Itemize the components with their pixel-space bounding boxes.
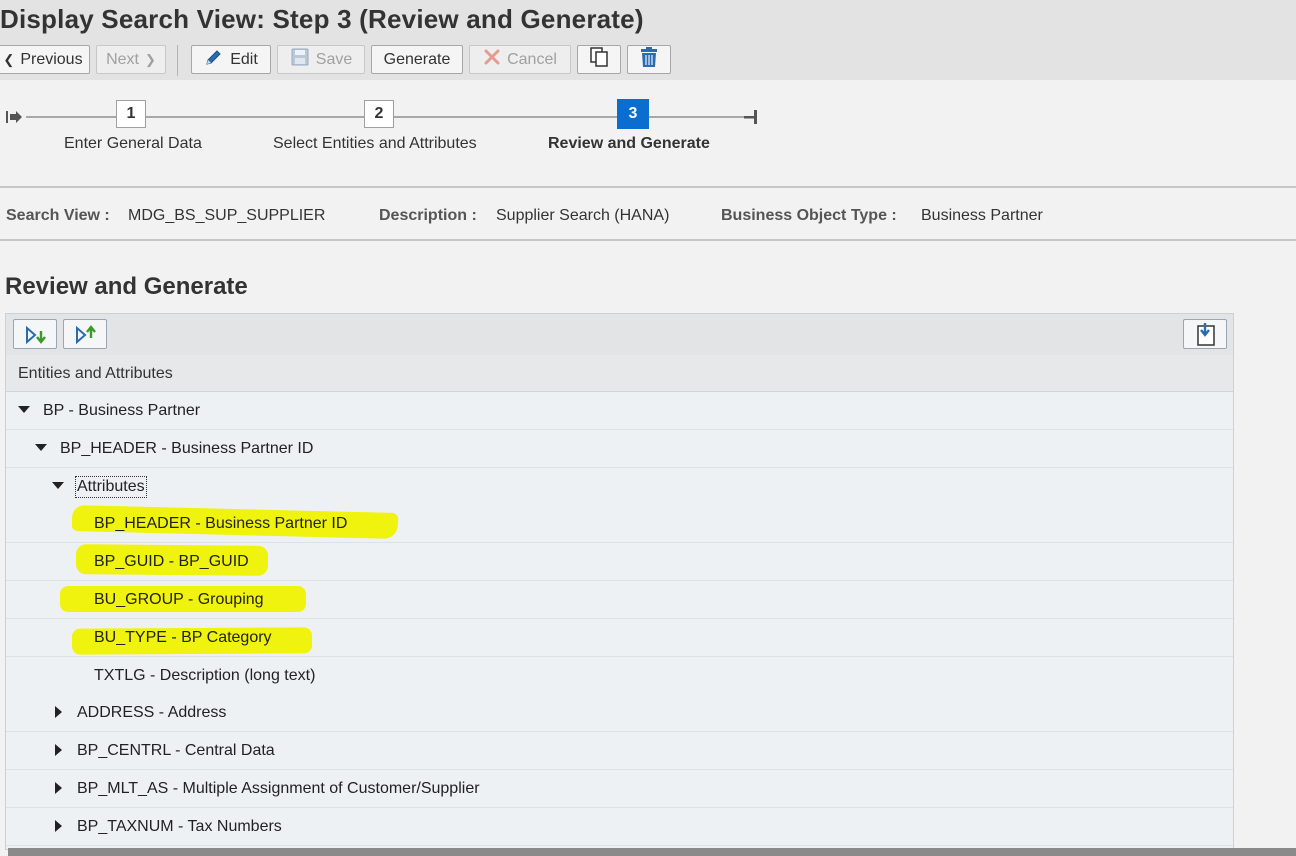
caret-right-icon[interactable] [55, 706, 62, 719]
tree-row-label: TXTLG - Description (long text) [94, 666, 316, 684]
trash-icon [639, 46, 659, 73]
cancel-button[interactable]: Cancel [469, 45, 571, 74]
tree-row[interactable]: Attributes [6, 467, 1233, 506]
tree-row-label: BP_CENTRL - Central Data [77, 742, 275, 760]
caret-down-icon[interactable] [52, 481, 64, 489]
tree-row-label: Attributes [75, 475, 147, 498]
copy-icon [588, 46, 610, 73]
tree-row-label: BP_MLT_AS - Multiple Assignment of Custo… [77, 780, 480, 797]
chevron-right-icon: ❯ [145, 51, 156, 67]
roadmap-step-1[interactable]: 1 [116, 100, 146, 128]
divider [0, 186, 1296, 188]
tree-row[interactable]: BP_HEADER - Business Partner ID [6, 429, 1233, 468]
toolbar-separator [177, 45, 178, 76]
roadmap-step-3-label[interactable]: Review and Generate [548, 135, 710, 153]
generate-button[interactable]: Generate [371, 45, 463, 74]
tree-row[interactable]: BP_HEADER - Business Partner ID [6, 505, 1233, 544]
tree-row[interactable]: BP_GUID - BP_GUID [6, 543, 1233, 582]
edit-button-label: Edit [230, 50, 258, 68]
save-icon [290, 47, 310, 72]
previous-button[interactable]: ❮ Previous [0, 45, 90, 74]
caret-down-icon[interactable] [18, 406, 30, 413]
search-view-value: MDG_BS_SUP_SUPPLIER [128, 207, 326, 224]
caret-down-icon[interactable] [35, 443, 47, 451]
tree-row-label: ADDRESS - Address [77, 704, 227, 722]
previous-button-label: Previous [20, 50, 83, 68]
pencil-icon [204, 47, 224, 72]
roadmap-end-icon [744, 109, 758, 125]
tree-row-label: BP - Business Partner [43, 402, 201, 419]
next-button-label: Next [106, 50, 139, 68]
generate-button-label: Generate [383, 50, 451, 68]
caret-right-icon[interactable] [55, 819, 62, 832]
roadmap-step-2[interactable]: 2 [364, 100, 394, 128]
delete-button[interactable] [627, 45, 671, 74]
collapse-all-icon [64, 325, 108, 354]
close-icon [483, 48, 501, 71]
next-button[interactable]: Next ❯ [96, 45, 166, 74]
tree-row[interactable]: BP_MLT_AS - Multiple Assignment of Custo… [6, 770, 1233, 808]
expand-all-icon [14, 325, 58, 354]
edit-button[interactable]: Edit [191, 45, 271, 74]
description-value: Supplier Search (HANA) [496, 207, 670, 224]
roadmap-step-3[interactable]: 3 [617, 99, 649, 129]
tree-row-label: BP_HEADER - Business Partner ID [94, 515, 348, 533]
tree-row[interactable]: ADDRESS - Address [6, 694, 1233, 733]
chevron-left-icon: ❮ [3, 51, 15, 67]
save-button-label: Save [315, 50, 353, 68]
tree-row-label: BU_TYPE - BP Category [94, 628, 272, 646]
horizontal-scrollbar[interactable] [8, 848, 1296, 856]
tree-toolbar [6, 314, 1233, 356]
caret-right-icon[interactable] [55, 744, 62, 757]
entities-tree-table: Entities and Attributes BP - Business Pa… [5, 313, 1234, 850]
collapse-all-button[interactable] [63, 319, 107, 349]
tree-row[interactable]: BP_TAXNUM - Tax Numbers [6, 807, 1233, 846]
divider [0, 239, 1296, 241]
roadmap-step-1-label[interactable]: Enter General Data [64, 135, 202, 153]
roadmap-step-2-label[interactable]: Select Entities and Attributes [273, 135, 477, 153]
export-icon [1184, 323, 1228, 354]
tree-row[interactable]: BU_TYPE - BP Category [6, 618, 1233, 657]
page-title: Display Search View: Step 3 (Review and … [0, 4, 644, 34]
business-object-type-value: Business Partner [921, 207, 1043, 224]
tree-row[interactable]: BP_CENTRL - Central Data [6, 732, 1233, 771]
cancel-button-label: Cancel [507, 50, 557, 68]
copy-button[interactable] [577, 45, 621, 74]
tree-row-label: BP_TAXNUM - Tax Numbers [77, 817, 282, 835]
tree-column-header: Entities and Attributes [6, 355, 1233, 392]
search-view-label: Search View : [6, 207, 110, 224]
section-title: Review and Generate [5, 273, 248, 300]
caret-right-icon[interactable] [55, 782, 62, 794]
tree-row-label: BP_HEADER - Business Partner ID [60, 439, 314, 457]
roadmap-start-icon [6, 110, 24, 124]
expand-all-button[interactable] [13, 319, 57, 349]
tree-row-label: BP_GUID - BP_GUID [94, 553, 249, 571]
header-bar: Display Search View: Step 3 (Review and … [0, 0, 1296, 80]
tree-row[interactable]: BP - Business Partner [6, 392, 1233, 430]
tree-row-label: BU_GROUP - Grouping [94, 591, 264, 608]
export-button[interactable] [1183, 319, 1227, 349]
tree-row[interactable]: TXTLG - Description (long text) [6, 656, 1233, 695]
business-object-type-label: Business Object Type : [721, 207, 897, 224]
description-label: Description : [379, 207, 477, 224]
save-button[interactable]: Save [277, 45, 365, 74]
tree-row[interactable]: BU_GROUP - Grouping [6, 581, 1233, 619]
